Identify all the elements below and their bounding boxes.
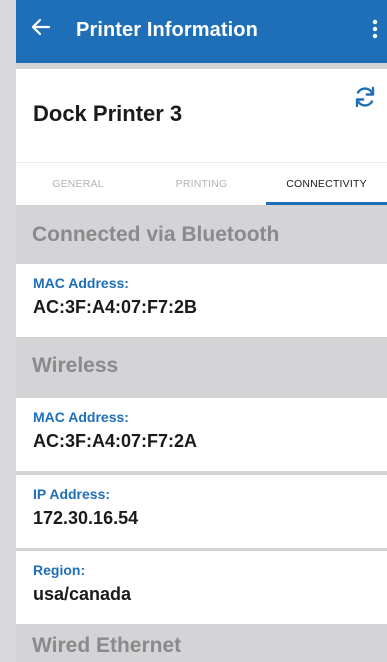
more-vert-icon <box>372 19 378 39</box>
app-screen: Printer Information Dock Printer 3 GENER… <box>16 0 387 662</box>
list-item-wireless-mac: MAC Address: AC:3F:A4:07:F7:2A <box>16 398 387 471</box>
field-label: IP Address: <box>33 486 111 502</box>
section-header-wired-ethernet: Wired Ethernet <box>32 634 182 657</box>
screen-frame: Printer Information Dock Printer 3 GENER… <box>0 0 387 662</box>
page-title: Printer Information <box>76 19 258 41</box>
field-label: MAC Address: <box>33 275 129 291</box>
arrow-left-icon <box>31 18 51 36</box>
section-header-wireless: Wireless <box>32 354 119 377</box>
field-value: 172.30.16.54 <box>33 508 139 528</box>
tab-general[interactable]: GENERAL <box>16 163 140 205</box>
list-item-wireless-ip: IP Address: 172.30.16.54 <box>16 475 387 548</box>
tab-bar: GENERAL PRINTING CONNECTIVITY <box>16 162 387 205</box>
active-tab-indicator <box>266 202 387 205</box>
field-value: AC:3F:A4:07:F7:2A <box>33 431 198 451</box>
section-header-bluetooth: Connected via Bluetooth <box>32 223 280 246</box>
tab-label: PRINTING <box>175 178 228 190</box>
field-value: AC:3F:A4:07:F7:2B <box>33 297 198 317</box>
field-label: MAC Address: <box>33 409 129 425</box>
tab-printing[interactable]: PRINTING <box>140 163 263 205</box>
field-label: Region: <box>33 562 86 578</box>
list-item-wireless-region: Region: usa/canada <box>16 551 387 624</box>
field-value: usa/canada <box>33 584 132 604</box>
app-bar: Printer Information <box>16 0 387 63</box>
tab-label: GENERAL <box>52 178 104 190</box>
back-button[interactable] <box>28 14 54 40</box>
refresh-icon <box>355 86 375 108</box>
tab-connectivity[interactable]: CONNECTIVITY <box>266 163 387 205</box>
more-options-button[interactable] <box>369 18 381 40</box>
tab-label: CONNECTIVITY <box>286 178 367 190</box>
list-item-bluetooth-mac: MAC Address: AC:3F:A4:07:F7:2B <box>16 264 387 337</box>
refresh-button[interactable] <box>351 83 379 111</box>
printer-name: Dock Printer 3 <box>33 101 183 126</box>
printer-header-card: Dock Printer 3 <box>16 69 387 162</box>
